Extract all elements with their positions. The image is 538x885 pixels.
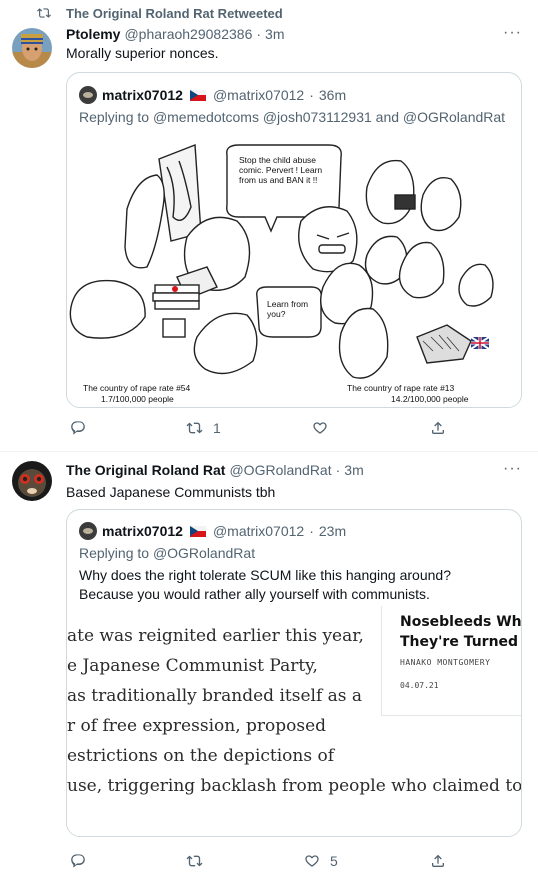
quote-header: matrix07012 @matrix07012 · 36m: [79, 86, 346, 104]
like-button[interactable]: [312, 420, 338, 436]
separator: ·: [309, 523, 314, 539]
quote-header: matrix07012 @matrix07012 · 23m: [79, 522, 346, 540]
retweet-icon: [186, 422, 203, 434]
article-line: estrictions on the depictions of: [67, 746, 335, 766]
replying-prefix: Replying to: [79, 109, 150, 125]
reply-icon: [71, 421, 85, 435]
caption-right-line2: 14.2/100,000 people: [391, 394, 469, 404]
avatar[interactable]: [12, 28, 52, 68]
card-date: 04.07.21: [400, 681, 439, 690]
author-name[interactable]: The Original Roland Rat: [66, 462, 225, 478]
heart-icon: [305, 855, 319, 867]
uk-flag-icon: [470, 336, 490, 350]
timestamp[interactable]: 3m: [265, 26, 284, 42]
like-count: 5: [330, 853, 338, 869]
czech-flag-icon: [189, 525, 206, 537]
tweet-1[interactable]: The Original Roland Rat Retweeted Ptolem…: [0, 0, 538, 452]
quoted-tweet[interactable]: matrix07012 @matrix07012 · 23m Replying …: [66, 509, 522, 837]
share-button[interactable]: [430, 420, 446, 436]
article-line: as traditionally branded itself as a: [67, 686, 363, 706]
retweet-button[interactable]: 1: [186, 420, 221, 436]
quote-avatar: [79, 522, 97, 540]
timestamp[interactable]: 3m: [344, 462, 363, 478]
speech-bubble-1: Stop the child abuse comic. Pervert ! Le…: [239, 155, 323, 185]
separator: ·: [309, 87, 314, 103]
more-icon[interactable]: ···: [503, 24, 522, 42]
article-screenshot[interactable]: ate was reignited earlier this year, e J…: [67, 606, 522, 836]
retweet-context[interactable]: The Original Roland Rat Retweeted: [37, 6, 283, 21]
share-icon: [432, 421, 444, 434]
speech-bubble-2: Learn from you?: [267, 299, 309, 319]
card-author: HANAKO MONTGOMERY: [400, 658, 491, 667]
reply-icon: [71, 854, 85, 868]
caption-left-line1: The country of rape rate #54: [83, 383, 191, 393]
replying-mentions[interactable]: @memedotcoms @josh073112931 and @OGRolan…: [153, 109, 505, 125]
tweet-2[interactable]: The Original Roland Rat @OGRolandRat · 3…: [0, 453, 538, 885]
retweet-count: 1: [213, 420, 221, 436]
article-line: use, triggering backlash from people who…: [67, 776, 522, 796]
replying-to: Replying to @memedotcoms @josh073112931 …: [79, 109, 505, 125]
author-handle[interactable]: @pharaoh29082386: [124, 26, 252, 42]
quoted-tweet[interactable]: matrix07012 @matrix07012 · 36m Replying …: [66, 72, 522, 408]
quote-text: Why does the right tolerate SCUM like th…: [79, 567, 451, 602]
quote-timestamp: 23m: [318, 523, 347, 539]
tweet-text: Based Japanese Communists tbh: [66, 484, 276, 500]
retweet-icon: [36, 6, 52, 23]
quote-avatar: [79, 86, 97, 104]
related-article-card[interactable]: Nosebleeds Whe They're Turned C HANAKO M…: [381, 606, 522, 716]
tweet-text: Morally superior nonces.: [66, 45, 219, 61]
replying-mentions[interactable]: @OGRolandRat: [153, 545, 255, 561]
article-line: e Japanese Communist Party,: [67, 656, 318, 676]
quote-author-handle: @matrix07012: [212, 523, 305, 539]
share-icon: [432, 854, 444, 867]
tweet-header: Ptolemy @pharaoh29082386 · 3m: [66, 26, 284, 42]
retweet-label: The Original Roland Rat Retweeted: [66, 6, 283, 21]
replying-prefix: Replying to: [79, 545, 150, 561]
reply-button[interactable]: [70, 420, 96, 436]
share-button[interactable]: [430, 853, 446, 869]
separator: ·: [335, 462, 341, 478]
article-line: r of free expression, proposed: [67, 716, 327, 736]
card-title-line2: They're Turned C: [400, 634, 522, 650]
quote-author-handle: @matrix07012: [212, 87, 305, 103]
reply-button[interactable]: [70, 853, 96, 869]
author-handle[interactable]: @OGRolandRat: [229, 462, 331, 478]
avatar[interactable]: [12, 461, 52, 501]
heart-icon: [313, 422, 327, 434]
quote-author-name: matrix07012: [102, 523, 183, 539]
replying-to: Replying to @OGRolandRat: [79, 545, 255, 561]
separator: ·: [256, 26, 262, 42]
quote-author-name: matrix07012: [102, 87, 183, 103]
tweet-header: The Original Roland Rat @OGRolandRat · 3…: [66, 462, 364, 478]
quote-timestamp: 36m: [318, 87, 347, 103]
more-icon[interactable]: ···: [503, 460, 522, 478]
caption-left-line2: 1.7/100,000 people: [101, 394, 174, 404]
retweet-button[interactable]: [186, 853, 213, 869]
comic-image[interactable]: Stop the child abuse comic. Pervert ! Le…: [67, 137, 521, 407]
card-title-line1: Nosebleeds Whe: [400, 614, 522, 630]
author-name[interactable]: Ptolemy: [66, 26, 120, 42]
caption-right-line1: The country of rape rate #13: [347, 383, 455, 393]
czech-flag-icon: [189, 89, 206, 101]
retweet-icon: [186, 855, 203, 867]
article-line: ate was reignited earlier this year,: [67, 626, 364, 646]
like-button[interactable]: 5: [304, 853, 338, 869]
